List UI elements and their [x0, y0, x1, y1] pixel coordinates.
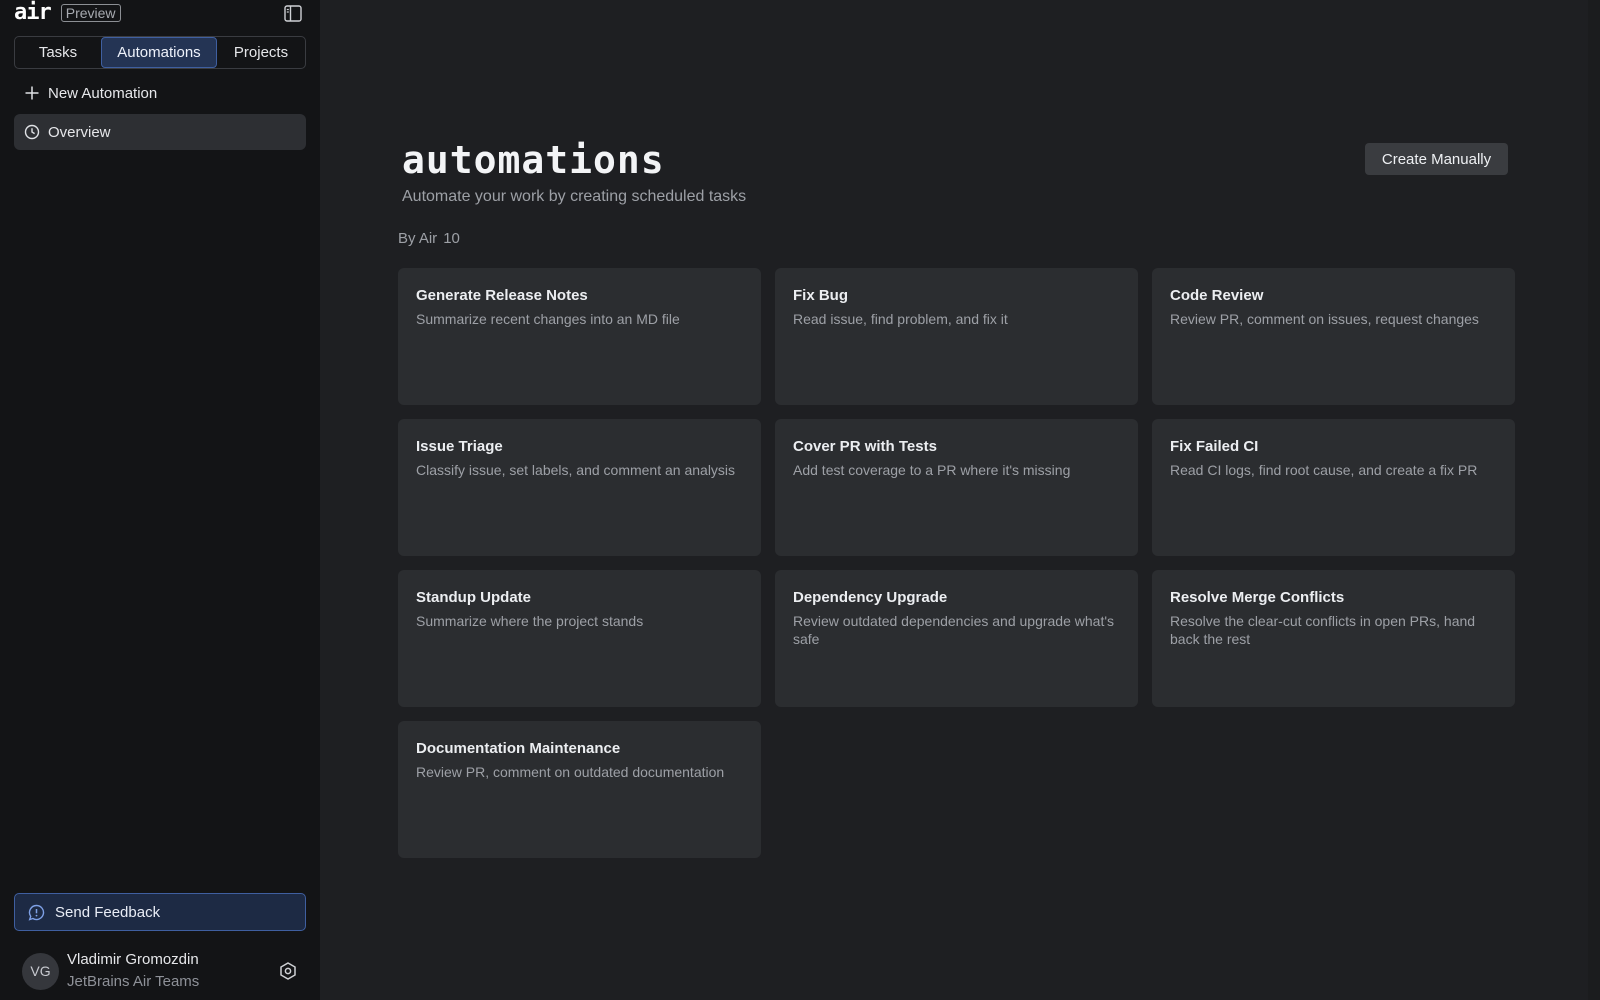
automation-card[interactable]: Generate Release Notes Summarize recent …: [398, 268, 761, 405]
feedback-icon: [28, 904, 45, 921]
card-title: Issue Triage: [416, 438, 503, 455]
section-label: By Air: [398, 230, 438, 247]
automation-card[interactable]: Fix Failed CI Read CI logs, find root ca…: [1152, 419, 1515, 556]
sidebar-item-overview[interactable]: Overview: [14, 114, 306, 150]
page-subtitle: Automate your work by creating scheduled…: [402, 188, 747, 205]
send-feedback-label: Send Feedback: [55, 903, 161, 921]
card-description: Resolve the clear-cut conflicts in open …: [1170, 613, 1476, 647]
card-description: Add test coverage to a PR where it's mis…: [793, 462, 1071, 478]
automation-card[interactable]: Standup Update Summarize where the proje…: [398, 570, 761, 707]
card-title: Resolve Merge Conflicts: [1170, 589, 1345, 606]
automation-card[interactable]: Documentation Maintenance Review PR, com…: [398, 721, 761, 858]
card-description: Review PR, comment on issues, request ch…: [1170, 311, 1479, 327]
card-description: Read CI logs, find root cause, and creat…: [1170, 462, 1478, 478]
clock-icon: [24, 124, 40, 140]
new-automation-label: New Automation: [48, 84, 158, 102]
user-name: Vladimir Gromozdin: [67, 951, 199, 968]
app-logo: air: [14, 0, 52, 25]
card-description: Read issue, find problem, and fix it: [793, 311, 1008, 327]
tab-projects[interactable]: Projects: [217, 37, 305, 68]
card-title: Fix Bug: [793, 287, 848, 304]
page-title: automations: [402, 138, 665, 182]
avatar[interactable]: VG: [22, 952, 59, 990]
card-title: Cover PR with Tests: [793, 438, 937, 455]
automation-card[interactable]: Fix Bug Read issue, find problem, and fi…: [775, 268, 1138, 405]
preview-badge: Preview: [60, 4, 121, 22]
card-description: Summarize where the project stands: [416, 613, 644, 629]
main-content: automations Automate your work by creati…: [320, 0, 1600, 1000]
overview-label: Overview: [48, 123, 111, 141]
tab-automations[interactable]: Automations: [101, 37, 217, 68]
plus-icon: [24, 85, 40, 101]
card-title: Fix Failed CI: [1170, 438, 1259, 455]
card-description: Summarize recent changes into an MD file: [416, 311, 680, 327]
section-count: 10: [443, 230, 460, 247]
automation-card[interactable]: Dependency Upgrade Review outdated depen…: [775, 570, 1138, 707]
new-automation-button[interactable]: New Automation: [14, 75, 306, 111]
sidebar-tabs: Tasks Automations Projects: [14, 36, 306, 69]
card-title: Documentation Maintenance: [416, 740, 621, 757]
tab-tasks[interactable]: Tasks: [15, 37, 101, 68]
user-profile: VG Vladimir Gromozdin JetBrains Air Team…: [22, 947, 302, 995]
create-manually-button[interactable]: Create Manually: [1365, 143, 1508, 175]
automation-card[interactable]: Code Review Review PR, comment on issues…: [1152, 268, 1515, 405]
settings-icon[interactable]: [278, 961, 298, 981]
card-title: Standup Update: [416, 589, 531, 606]
section-header: By Air 10: [398, 230, 460, 247]
user-org: JetBrains Air Teams: [67, 973, 200, 990]
panel-toggle-icon[interactable]: [284, 5, 302, 22]
card-description: Classify issue, set labels, and comment …: [416, 462, 736, 478]
card-title: Code Review: [1170, 287, 1264, 304]
sidebar: air Preview Tasks Automations Projects N…: [0, 0, 320, 1000]
automation-card[interactable]: Resolve Merge Conflicts Resolve the clea…: [1152, 570, 1515, 707]
card-description: Review outdated dependencies and upgrade…: [793, 613, 1115, 647]
card-title: Dependency Upgrade: [793, 589, 948, 606]
automation-grid: Generate Release Notes Summarize recent …: [398, 268, 1515, 858]
brand-row: air Preview: [14, 2, 306, 24]
app-window: air Preview Tasks Automations Projects N…: [0, 0, 1600, 1000]
card-title: Generate Release Notes: [416, 287, 588, 304]
window-edge: [1588, 0, 1600, 1000]
send-feedback-button[interactable]: Send Feedback: [14, 893, 306, 931]
user-info: Vladimir Gromozdin JetBrains Air Teams: [67, 949, 199, 993]
automation-card[interactable]: Issue Triage Classify issue, set labels,…: [398, 419, 761, 556]
card-description: Review PR, comment on outdated documenta…: [416, 764, 725, 780]
automation-card[interactable]: Cover PR with Tests Add test coverage to…: [775, 419, 1138, 556]
